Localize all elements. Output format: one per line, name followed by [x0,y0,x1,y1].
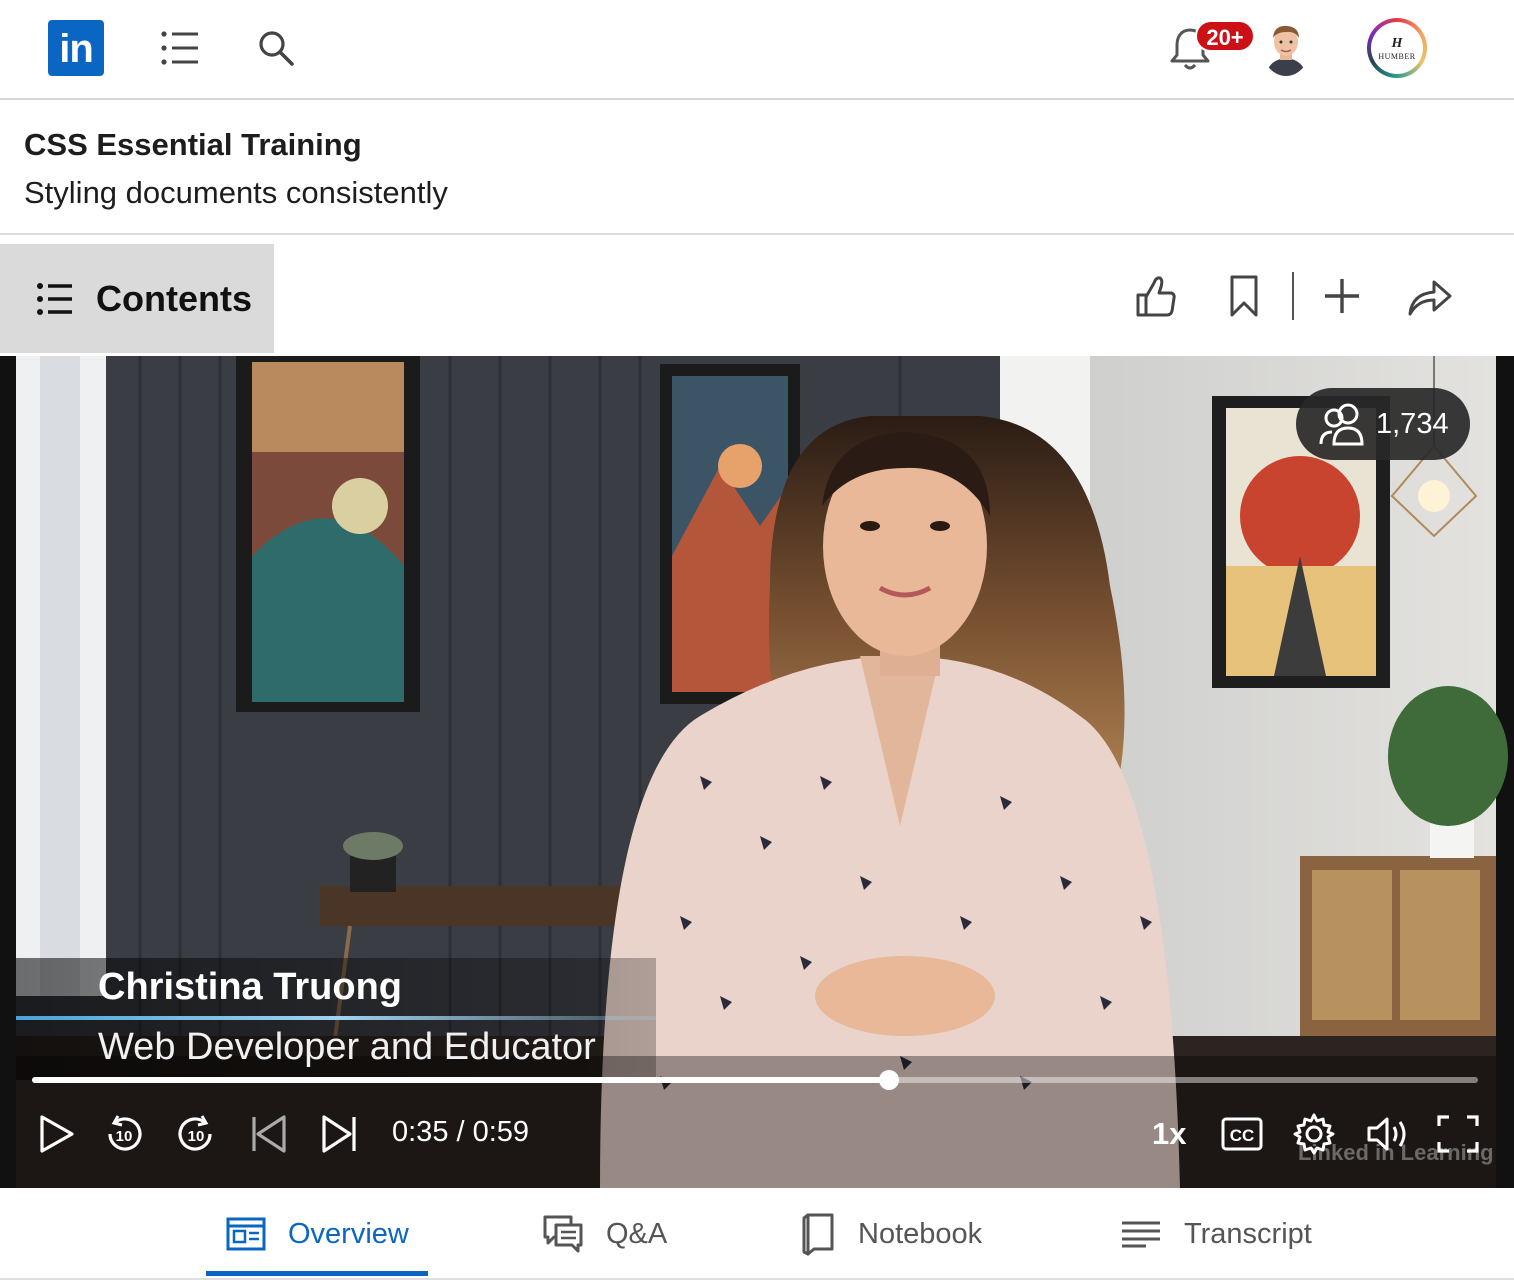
tab-notebook[interactable]: Notebook [800,1210,982,1258]
linkedin-logo[interactable]: in [48,20,104,76]
video-progress-bar[interactable] [32,1070,1478,1090]
previous-video-icon[interactable] [244,1110,292,1158]
qa-icon [542,1214,584,1254]
svg-text:10: 10 [116,1128,133,1145]
like-thumb-icon[interactable] [1128,268,1184,324]
notification-badge[interactable]: 20+ [1195,20,1255,52]
tab-overview[interactable]: Overview [226,1210,409,1258]
viewer-count: 1,734 [1376,408,1449,440]
viewers-icon [1318,402,1368,451]
search-icon[interactable] [252,24,300,72]
active-tab-indicator [206,1271,428,1276]
user-avatar[interactable] [1262,20,1310,76]
toolbar-divider [1292,272,1294,320]
tab-overview-label: Overview [288,1217,409,1250]
content-tabs: Overview Q&A Notebook Transcript [0,1188,1514,1280]
contents-list-icon [36,282,74,321]
course-title: CSS Essential Training [24,127,362,162]
share-icon[interactable] [1402,268,1458,324]
svg-text:CC: CC [1230,1126,1255,1145]
presenter-name: Christina Truong [98,966,402,1008]
chapter-title: Styling documents consistently [24,175,448,210]
contents-label: Contents [96,278,252,319]
transcript-icon [1120,1220,1162,1248]
viewer-count-pill: 1,734 [1296,388,1470,460]
tab-qa[interactable]: Q&A [542,1210,667,1258]
contents-button[interactable]: Contents [0,244,274,353]
tab-notebook-label: Notebook [858,1217,983,1250]
tab-qa-label: Q&A [606,1217,668,1250]
organization-logo[interactable]: H HUMBER [1367,18,1427,78]
next-video-icon[interactable] [316,1110,364,1158]
course-header: CSS Essential Training Styling documents… [0,101,1514,235]
bookmark-icon[interactable] [1216,268,1272,324]
svg-text:10: 10 [188,1128,205,1145]
progress-played [32,1077,890,1083]
video-time: 0:35 / 0:59 [392,1116,530,1148]
rewind-10-icon[interactable]: 10 [100,1110,148,1158]
closed-captions-icon[interactable]: CC [1218,1110,1266,1158]
menu-list-icon[interactable] [156,24,204,72]
lower-third-line [16,1016,656,1020]
tab-transcript-label: Transcript [1184,1217,1312,1250]
play-icon[interactable] [32,1110,80,1158]
notebook-icon [800,1212,836,1256]
linkedin-learning-watermark: Linked in Learning [1298,1140,1494,1165]
forward-10-icon[interactable]: 10 [172,1110,220,1158]
overview-icon [226,1217,266,1251]
playback-speed-button[interactable]: 1x [1152,1116,1186,1152]
add-icon[interactable] [1314,268,1370,324]
presenter-role: Web Developer and Educator [98,1026,596,1068]
top-navigation: in 20+ H HUMBER [0,0,1514,100]
tab-transcript[interactable]: Transcript [1120,1210,1312,1258]
